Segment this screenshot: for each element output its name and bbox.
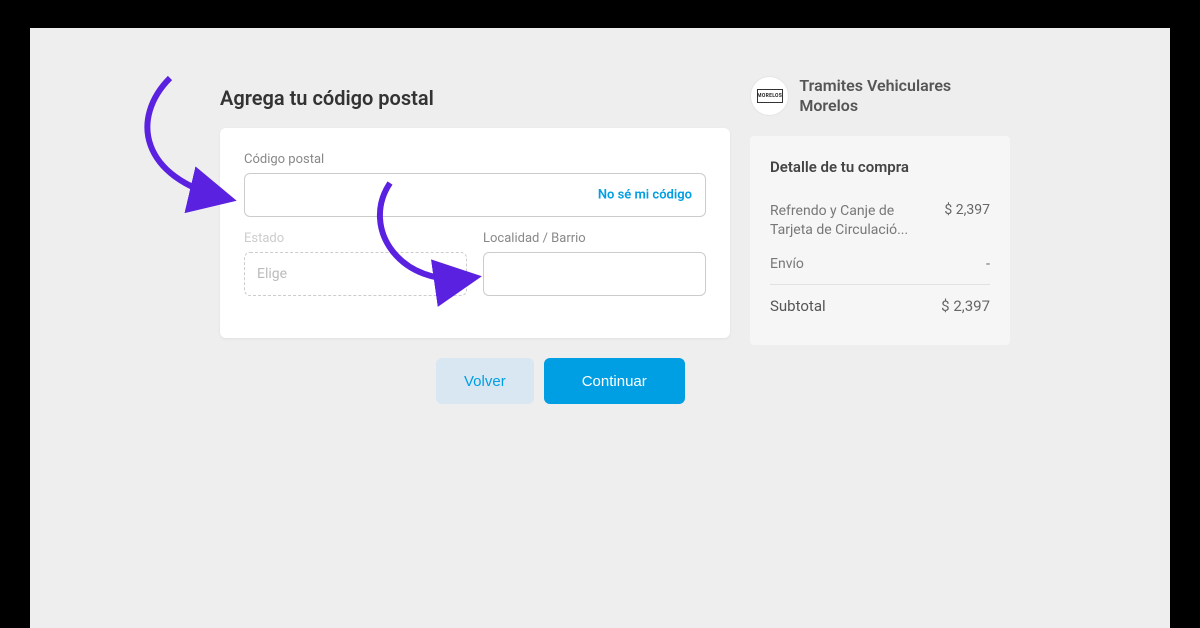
shipping-row: Envío - — [770, 248, 990, 280]
page-background: Agrega tu código postal Código postal No… — [30, 28, 1170, 628]
state-placeholder: Elige — [257, 266, 287, 282]
line-item: Refrendo y Canje de Tarjeta de Circulaci… — [770, 194, 990, 248]
item-price: $ 2,397 — [944, 202, 990, 240]
merchant-name: Tramites Vehiculares Morelos — [799, 76, 1010, 116]
merchant-header: MORELOS Tramites Vehiculares Morelos — [750, 76, 1010, 116]
subtotal-label: Subtotal — [770, 297, 826, 315]
divider — [770, 284, 990, 285]
window-top-bar — [0, 0, 1200, 28]
shipping-label: Envío — [770, 256, 804, 272]
dont-know-code-link[interactable]: No sé mi código — [598, 188, 692, 203]
item-name: Refrendo y Canje de Tarjeta de Circulaci… — [770, 202, 920, 240]
postal-code-label: Código postal — [244, 152, 706, 167]
postal-form-card: Código postal No sé mi código Estado Eli… — [220, 128, 730, 338]
subtotal-row: Subtotal $ 2,397 — [770, 289, 990, 323]
button-row: Volver Continuar — [436, 358, 685, 404]
state-label: Estado — [244, 231, 467, 246]
page-title: Agrega tu código postal — [220, 86, 434, 110]
shipping-value: - — [986, 256, 990, 272]
order-summary-sidebar: MORELOS Tramites Vehiculares Morelos Det… — [750, 76, 1010, 345]
purchase-detail-card: Detalle de tu compra Refrendo y Canje de… — [750, 136, 1010, 345]
merchant-logo: MORELOS — [750, 76, 789, 116]
merchant-logo-text: MORELOS — [757, 89, 783, 103]
locality-input[interactable] — [483, 252, 706, 296]
subtotal-value: $ 2,397 — [941, 297, 990, 315]
back-button[interactable]: Volver — [436, 358, 534, 404]
locality-label: Localidad / Barrio — [483, 231, 706, 246]
detail-title: Detalle de tu compra — [770, 158, 990, 176]
state-select[interactable]: Elige ⌄ — [244, 252, 467, 296]
continue-button[interactable]: Continuar — [544, 358, 685, 404]
chevron-down-icon: ⌄ — [444, 267, 454, 281]
